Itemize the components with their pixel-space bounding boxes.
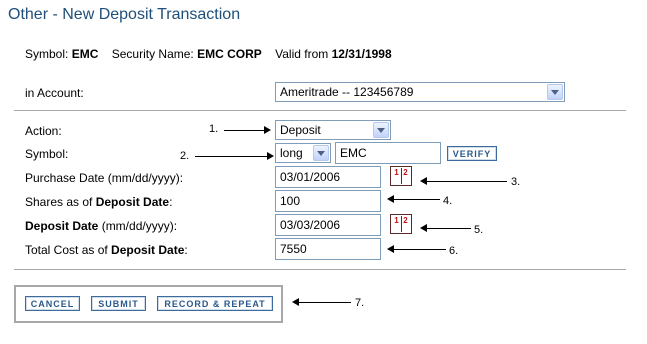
calendar-icon[interactable]: 1 2	[390, 166, 412, 186]
page-title: Other - New Deposit Transaction	[8, 6, 241, 23]
cancel-button[interactable]: CANCEL	[25, 296, 80, 311]
arrowhead-icon	[267, 152, 274, 160]
account-label: in Account:	[25, 86, 84, 100]
arrowhead-icon	[387, 195, 394, 203]
record-repeat-button-label: RECORD & REPEAT	[158, 297, 272, 310]
deposit-date-label-bold: Deposit Date	[25, 219, 99, 233]
chevron-down-icon[interactable]	[373, 122, 389, 138]
chevron-down-icon[interactable]	[547, 84, 563, 100]
valid-from-date: 12/31/1998	[331, 47, 392, 61]
calendar-right-digit: 2	[403, 216, 408, 225]
shares-label-bold: Deposit Date	[95, 195, 170, 209]
symbol-input[interactable]: EMC	[335, 142, 441, 164]
total-cost-label-prefix: Total Cost as of	[25, 243, 112, 257]
annotation-2: 2.	[180, 150, 190, 162]
annotation-5: 5.	[474, 224, 484, 236]
purchase-date-input[interactable]: 03/01/2006	[275, 166, 381, 188]
verify-text: VERIFY	[452, 149, 492, 159]
annotation-7: 7.	[355, 297, 365, 309]
calendar-right-digit: 2	[403, 168, 408, 177]
deposit-date-label: Deposit Date (mm/dd/yyyy):	[25, 219, 177, 233]
divider-bottom	[14, 269, 626, 270]
action-label: Action:	[25, 124, 62, 138]
annotation-arrow-5	[427, 228, 471, 229]
submit-button[interactable]: SUBMIT	[91, 296, 146, 311]
symbol-field-label: Symbol:	[25, 147, 69, 161]
valid-from-label: Valid from	[275, 47, 329, 61]
annotation-4: 4.	[443, 195, 453, 207]
total-cost-label: Total Cost as of Deposit Date:	[25, 243, 188, 257]
position-select[interactable]: long	[275, 143, 331, 163]
action-select[interactable]: Deposit	[275, 120, 391, 140]
verify-button-label: VERIFY	[448, 147, 496, 160]
verify-button[interactable]: VERIFY	[447, 146, 497, 161]
annotation-arrow-3	[427, 181, 507, 182]
annotation-3: 3.	[511, 176, 521, 188]
deposit-date-input[interactable]: 03/03/2006	[275, 214, 381, 236]
annotation-1: 1.	[209, 123, 219, 135]
security-info-line: Symbol: EMC Security Name: EMC CORP Vali…	[25, 47, 392, 61]
total-cost-label-bold: Deposit Date	[111, 243, 185, 257]
chevron-down-icon[interactable]	[313, 145, 329, 161]
security-name-value: EMC CORP	[197, 47, 262, 61]
shares-label-prefix: Shares as of	[25, 195, 96, 209]
action-select-value: Deposit	[280, 123, 321, 137]
annotation-arrow-6	[394, 249, 446, 250]
annotation-arrow-7	[299, 302, 351, 303]
total-cost-label-suffix: :	[184, 243, 188, 257]
shares-label: Shares as of Deposit Date:	[25, 195, 172, 209]
position-select-value: long	[280, 146, 303, 160]
calendar-icon[interactable]: 1 2	[390, 214, 412, 234]
divider-top	[14, 110, 626, 111]
annotation-6: 6.	[449, 245, 459, 257]
arrowhead-icon	[420, 177, 427, 185]
symbol-label: Symbol:	[25, 47, 69, 61]
security-name-label: Security Name:	[111, 47, 194, 61]
annotation-arrow-1	[224, 130, 264, 131]
purchase-date-label: Purchase Date (mm/dd/yyyy):	[25, 171, 184, 185]
cancel-button-label: CANCEL	[26, 297, 79, 310]
arrowhead-icon	[264, 126, 271, 134]
shares-input[interactable]: 100	[275, 190, 381, 212]
account-select[interactable]: Ameritrade -- 123456789	[275, 82, 565, 102]
account-select-value: Ameritrade -- 123456789	[280, 85, 414, 99]
arrowhead-icon	[420, 224, 427, 232]
arrowhead-icon	[387, 245, 394, 253]
shares-label-suffix: :	[169, 195, 173, 209]
annotation-arrow-4	[394, 199, 440, 200]
annotation-arrow-2	[195, 156, 267, 157]
symbol-value: EMC	[71, 47, 99, 61]
record-repeat-button[interactable]: RECORD & REPEAT	[157, 296, 273, 311]
arrowhead-icon	[292, 298, 299, 306]
deposit-date-label-suffix: (mm/dd/yyyy):	[98, 219, 178, 233]
total-cost-input[interactable]: 7550	[275, 238, 381, 260]
submit-button-label: SUBMIT	[92, 297, 145, 310]
